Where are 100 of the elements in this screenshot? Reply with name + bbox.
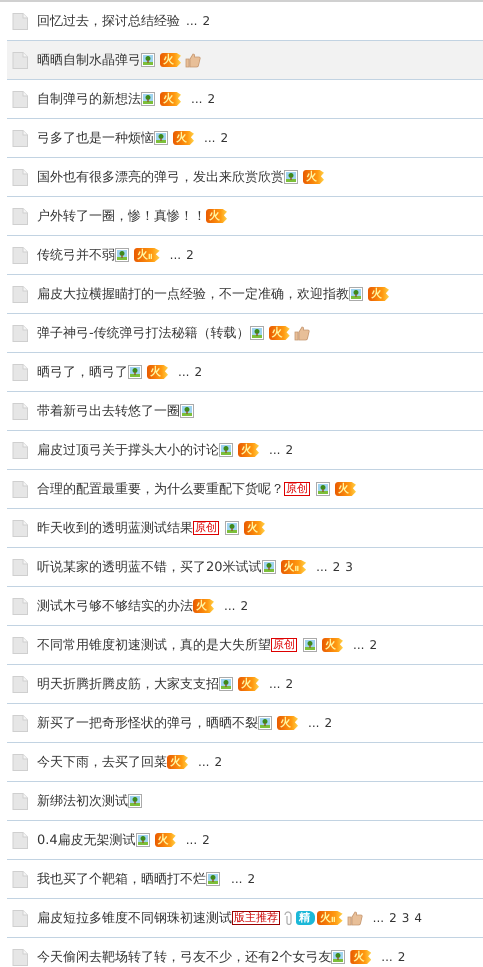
image-icon	[141, 53, 155, 67]
thread-title[interactable]: 回忆过去，探讨总结经验	[37, 12, 180, 30]
ellipsis: ...	[204, 131, 216, 145]
image-icon	[219, 443, 233, 457]
page-link[interactable]: 2	[247, 872, 256, 886]
image-icon	[331, 950, 346, 964]
page-link[interactable]: 2	[220, 131, 228, 145]
ellipsis: ...	[372, 911, 384, 925]
page-link[interactable]: 2	[194, 365, 202, 379]
document-icon	[12, 52, 28, 68]
thread-title[interactable]: 今天偷闲去靶场转了转，弓友不少，还有2个女弓友	[37, 948, 332, 966]
image-icon	[128, 365, 142, 379]
hot-badge: 火	[238, 677, 259, 691]
document-icon	[12, 754, 28, 770]
document-icon	[12, 364, 28, 380]
page-link[interactable]: 2	[285, 677, 294, 691]
hot-badge: 火	[277, 716, 298, 730]
page-link[interactable]: 2	[240, 599, 248, 613]
thread-title[interactable]: 0.4扁皮无架测试	[37, 831, 136, 849]
digest-badge: 精	[296, 911, 315, 925]
thread-title[interactable]: 自制弹弓的新想法	[37, 90, 141, 108]
thumbs-up-icon	[346, 910, 363, 926]
thread-title[interactable]: 昨天收到的透明蓝测试结果	[37, 519, 193, 537]
thread-title[interactable]: 测试木弓够不够结实的办法	[37, 597, 193, 615]
paperclip-icon	[284, 911, 292, 925]
thread-title[interactable]: 新买了一把奇形怪状的弹弓，晒晒不裂	[37, 714, 258, 732]
hot-badge: 火	[238, 443, 259, 457]
image-icon	[141, 92, 155, 106]
ellipsis: ...	[191, 92, 202, 106]
ellipsis: ...	[186, 14, 198, 28]
thread-title[interactable]: 扁皮大拉横握瞄打的一点经验，不一定准确，欢迎指教	[37, 285, 349, 303]
thread-title[interactable]: 弓多了也是一种烦恼	[37, 129, 154, 147]
ellipsis: ...	[178, 365, 190, 379]
page-link[interactable]: 2	[389, 911, 397, 925]
page-link[interactable]: 2	[285, 443, 294, 457]
image-icon	[115, 248, 129, 262]
moderator-pick-badge: 版主推荐	[232, 911, 280, 925]
hot-badge: 火	[244, 521, 265, 535]
thread-title[interactable]: 新绑法初次测试	[37, 792, 128, 810]
page-link[interactable]: 2	[332, 560, 340, 574]
image-icon	[284, 170, 298, 184]
thread-title[interactable]: 传统弓并不弱	[37, 246, 115, 264]
document-icon	[12, 910, 28, 926]
document-icon	[12, 520, 28, 536]
thread-title[interactable]: 明天折腾折腾皮筋，大家支支招	[37, 675, 219, 693]
thread-title[interactable]: 国外也有很多漂亮的弹弓，发出来欣赏欣赏	[37, 168, 284, 186]
thread-title[interactable]: 不同常用锥度初速测试，真的是大失所望	[37, 636, 271, 654]
page-link[interactable]: 2	[214, 755, 222, 769]
image-icon	[349, 287, 363, 301]
page-link[interactable]: 2	[369, 638, 378, 652]
thread-title[interactable]: 扁皮短拉多锥度不同钢珠初速测试	[37, 909, 232, 927]
image-icon	[206, 872, 220, 886]
thread-title[interactable]: 听说某家的透明蓝不错，买了20米试试	[37, 558, 262, 576]
image-icon	[180, 404, 194, 418]
page-link[interactable]: 2	[207, 92, 216, 106]
hot-badge: 火	[368, 287, 389, 301]
document-icon	[12, 324, 28, 342]
thread-title[interactable]: 合理的配置最重要，为什么要重配下货呢？	[37, 480, 284, 498]
document-icon	[12, 948, 28, 966]
ellipsis: ...	[269, 443, 280, 457]
document-icon	[12, 286, 28, 302]
thread-title[interactable]: 户外转了一圈，惨！真惨！！	[37, 207, 206, 225]
page-link[interactable]: 2	[324, 716, 332, 730]
document-icon	[12, 676, 28, 692]
thread-title[interactable]: 扁皮过顶弓关于撑头大小的讨论	[37, 441, 219, 459]
image-icon	[219, 677, 233, 691]
document-icon	[12, 636, 28, 654]
thread-title[interactable]: 晒晒自制水晶弹弓	[37, 51, 141, 69]
thread-title[interactable]: 弹子神弓-传统弹弓打法秘籍（转载）	[37, 324, 250, 342]
page-link[interactable]: 2	[398, 950, 406, 964]
page-link[interactable]: 3	[345, 560, 353, 574]
document-icon	[12, 402, 28, 420]
image-icon	[128, 794, 142, 808]
thread-title[interactable]: 带着新弓出去转悠了一圈	[37, 402, 180, 420]
page-link[interactable]: 2	[202, 833, 210, 847]
thread-title[interactable]: 晒弓了，晒弓了	[37, 363, 128, 381]
image-icon	[316, 482, 330, 496]
document-icon	[12, 246, 28, 264]
thread-title[interactable]: 今天下雨，去买了回菜	[37, 753, 167, 771]
thumbs-up-icon	[185, 52, 201, 68]
page-link[interactable]: 2	[186, 248, 194, 262]
document-icon	[12, 90, 28, 108]
hot-badge: 火	[206, 209, 227, 223]
ellipsis: ...	[231, 872, 242, 886]
hot-badge: 火	[167, 755, 188, 769]
thread-title[interactable]: 我也买了个靶箱，晒晒打不烂	[37, 870, 206, 888]
ellipsis: ...	[186, 833, 198, 847]
hot-badge: 火	[335, 482, 356, 496]
hot-badge: 火	[322, 638, 343, 652]
image-icon	[258, 716, 272, 730]
page-link[interactable]: 2	[202, 14, 210, 28]
ellipsis: ...	[381, 950, 393, 964]
document-icon	[12, 714, 28, 732]
hot-badge: 火	[160, 53, 181, 67]
image-icon	[303, 638, 317, 652]
original-badge: 原创	[193, 521, 219, 535]
ellipsis: ...	[353, 638, 364, 652]
image-icon	[136, 833, 150, 847]
page-link[interactable]: 3	[402, 911, 410, 925]
page-link[interactable]: 4	[414, 911, 422, 925]
